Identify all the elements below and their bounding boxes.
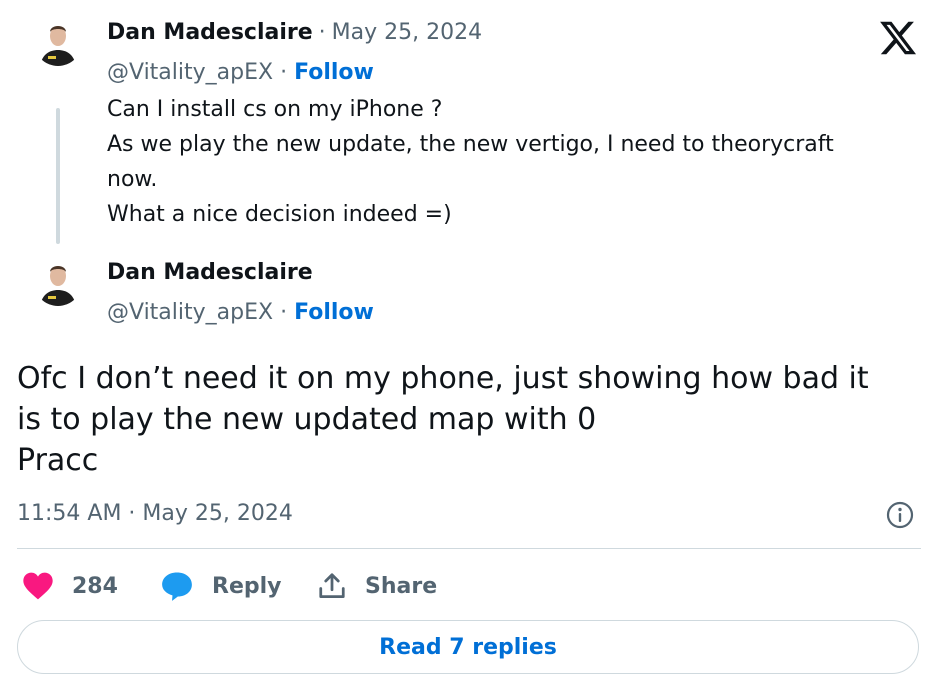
quoted-tweet-header: Dan Madesclaire · May 25, 2024	[107, 20, 482, 45]
author-handle[interactable]: @Vitality_apEX	[107, 60, 273, 85]
quoted-tweet-text: Can I install cs on my iPhone ? As we pl…	[107, 92, 907, 232]
author-name[interactable]: Dan Madesclaire	[107, 20, 313, 45]
reply-button[interactable]: Reply	[160, 566, 282, 606]
tweet-text-line: What a nice decision indeed =)	[107, 202, 452, 227]
reply-label: Reply	[212, 573, 282, 599]
speech-bubble-icon	[162, 572, 192, 601]
separator-dot: ·	[280, 300, 288, 325]
share-icon	[319, 573, 345, 598]
avatar-image	[34, 258, 82, 306]
main-tweet-header: Dan Madesclaire	[107, 260, 313, 285]
tweet-date[interactable]: May 25, 2024	[332, 20, 482, 45]
avatar-main[interactable]	[34, 258, 82, 306]
tweet-text-line: is to play the new updated map with 0	[17, 402, 597, 437]
like-count: 284	[72, 573, 118, 599]
x-logo-icon[interactable]	[878, 18, 918, 58]
quoted-handle-row: @Vitality_apEX · Follow	[107, 60, 374, 85]
avatar-image	[34, 18, 82, 66]
thread-connector-line	[56, 108, 60, 244]
main-tweet-text: Ofc I don’t need it on my phone, just sh…	[17, 358, 922, 481]
tweet-timestamp[interactable]: 11:54 AM · May 25, 2024	[17, 501, 293, 526]
separator-dot: ·	[280, 60, 288, 85]
share-label: Share	[365, 573, 438, 599]
share-button[interactable]: Share	[317, 566, 437, 606]
divider	[17, 548, 921, 549]
follow-button[interactable]: Follow	[294, 300, 374, 325]
avatar-quoted[interactable]	[34, 18, 82, 66]
info-icon[interactable]	[885, 500, 915, 530]
tweet-text-line: As we play the new update, the new verti…	[107, 132, 834, 157]
author-name[interactable]: Dan Madesclaire	[107, 260, 313, 285]
like-button[interactable]: 284	[22, 566, 118, 606]
tweet-text-line: Ofc I don’t need it on my phone, just sh…	[17, 361, 869, 396]
tweet-text-line: Pracc	[17, 443, 99, 478]
separator-dot: ·	[318, 20, 326, 45]
main-handle-row: @Vitality_apEX · Follow	[107, 300, 374, 325]
author-handle[interactable]: @Vitality_apEX	[107, 300, 273, 325]
tweet-text-line: now.	[107, 167, 158, 192]
tweet-text-line: Can I install cs on my iPhone ?	[107, 97, 443, 122]
read-replies-button[interactable]: Read 7 replies	[17, 620, 919, 674]
heart-icon	[23, 572, 53, 600]
follow-button[interactable]: Follow	[294, 60, 374, 85]
